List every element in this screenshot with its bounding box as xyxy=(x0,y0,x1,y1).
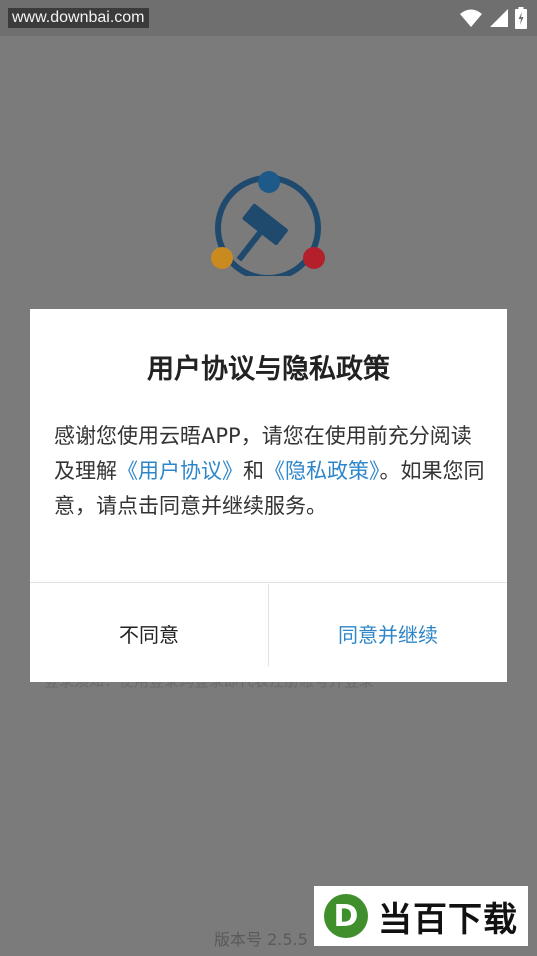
battery-icon xyxy=(515,7,527,29)
site-watermark: www.downbai.com xyxy=(8,8,149,28)
wifi-icon xyxy=(460,9,482,27)
body-and: 和 xyxy=(243,459,264,483)
app-logo xyxy=(211,171,325,276)
version-label: 版本号 2.5.5 xyxy=(214,930,308,949)
privacy-dialog: 用户协议与隐私政策 感谢您使用云晤APP，请您在使用前充分阅读及理解《用户协议》… xyxy=(30,309,507,682)
status-icons xyxy=(459,7,527,29)
dialog-title: 用户协议与隐私政策 xyxy=(147,354,390,385)
disagree-button[interactable]: 不同意 xyxy=(30,584,268,682)
signal-icon xyxy=(490,9,508,27)
dialog-divider xyxy=(30,582,507,583)
status-bar: www.downbai.com xyxy=(0,0,537,36)
dialog-body: 感谢您使用云晤APP，请您在使用前充分阅读及理解《用户协议》和《隐私政策》。如果… xyxy=(54,419,490,524)
badge-logo-icon: D xyxy=(324,894,368,938)
agree-continue-button[interactable]: 同意并继续 xyxy=(269,584,507,682)
download-site-badge: D 当百下载 xyxy=(314,886,528,946)
badge-text: 当百下载 xyxy=(378,899,518,940)
user-agreement-link[interactable]: 《用户协议》 xyxy=(117,459,243,483)
privacy-policy-link[interactable]: 《隐私政策》 xyxy=(264,459,380,483)
